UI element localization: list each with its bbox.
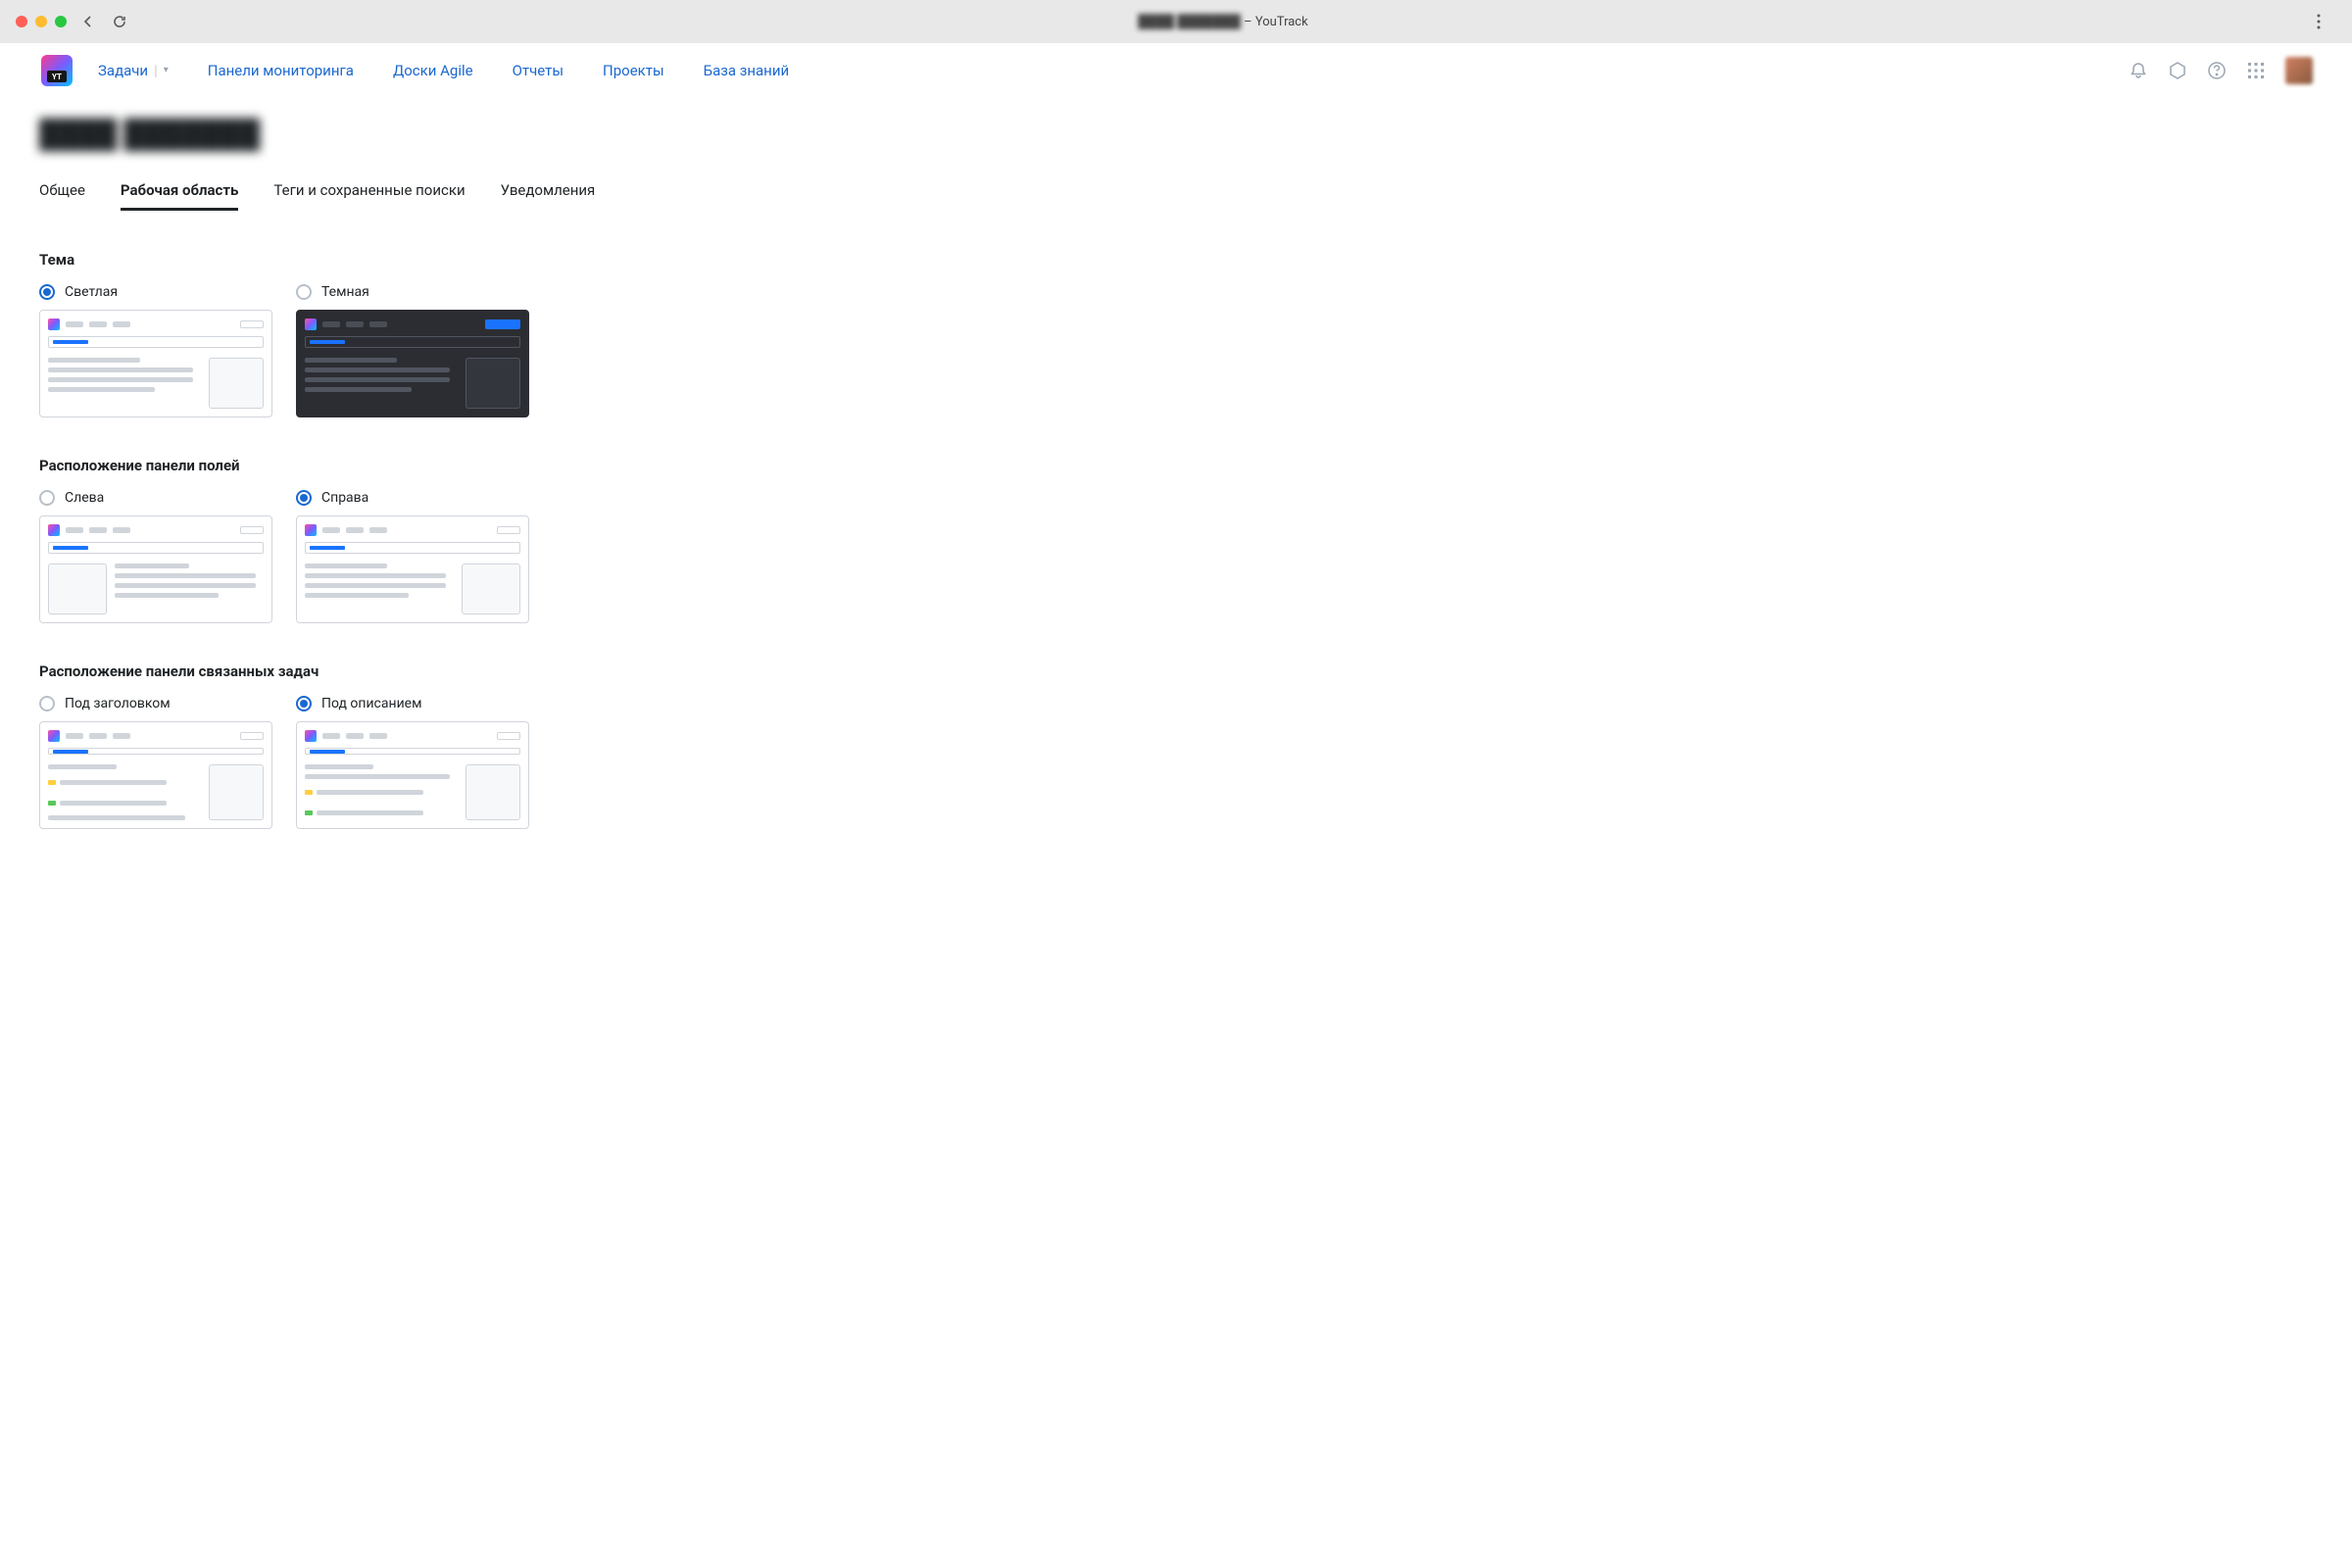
radio-linked-title-label: Под заголовком [65,696,171,711]
radio-light-label: Светлая [65,284,118,300]
user-avatar[interactable] [2285,57,2313,84]
back-button[interactable] [78,12,98,31]
radio-fields-right[interactable] [296,490,312,506]
preview-linked-desc [296,721,529,829]
notifications-icon[interactable] [2129,61,2148,80]
section-fields-title: Расположение панели полей [39,457,2313,474]
preview-theme-light [39,310,272,417]
admin-icon[interactable] [2168,61,2187,80]
tab-tags[interactable]: Теги и сохраненные поиски [273,173,465,211]
reload-button[interactable] [110,12,129,31]
close-window-button[interactable] [16,16,27,27]
nav-projects[interactable]: Проекты [603,62,664,79]
browser-menu-button[interactable] [2317,14,2336,29]
preview-theme-dark [296,310,529,417]
radio-fields-right-label: Справа [321,490,368,506]
chevron-down-icon[interactable]: ▾ [164,65,169,75]
top-navigation: YT Задачи | ▾ Панели мониторинга Доски A… [0,43,2352,98]
radio-fields-left-label: Слева [65,490,104,506]
section-linked-panel: Расположение панели связанных задач Под … [39,662,2313,829]
maximize-window-button[interactable] [55,16,67,27]
minimize-window-button[interactable] [35,16,47,27]
radio-fields-left[interactable] [39,490,55,506]
radio-linked-desc-label: Под описанием [321,696,421,711]
tab-general[interactable]: Общее [39,173,85,211]
linked-option-under-desc[interactable]: Под описанием [296,696,529,829]
nav-reports[interactable]: Отчеты [513,62,564,79]
linked-option-under-title[interactable]: Под заголовком [39,696,272,829]
radio-linked-title[interactable] [39,696,55,711]
page-content: ████ ███████ Общее Рабочая область Теги … [0,98,2352,868]
nav-issues[interactable]: Задачи | ▾ [98,62,169,79]
page-title: ████ ███████ [39,118,260,150]
nav-knowledge[interactable]: База знаний [704,62,790,79]
preview-fields-left [39,515,272,623]
tab-workspace[interactable]: Рабочая область [121,173,239,211]
preview-linked-title [39,721,272,829]
fields-option-right[interactable]: Справа [296,490,529,623]
nav-right [2129,57,2313,84]
help-icon[interactable] [2207,61,2227,80]
section-theme: Тема Светлая Темн [39,251,2313,417]
window-controls [16,16,67,27]
browser-title: ████ ███████ – YouTrack [141,14,2305,29]
browser-chrome: ████ ███████ – YouTrack [0,0,2352,43]
nav-links: Задачи | ▾ Панели мониторинга Доски Agil… [98,62,789,79]
radio-dark-label: Темная [321,284,369,300]
radio-linked-desc[interactable] [296,696,312,711]
fields-option-left[interactable]: Слева [39,490,272,623]
radio-light[interactable] [39,284,55,300]
theme-option-dark[interactable]: Темная [296,284,529,417]
radio-dark[interactable] [296,284,312,300]
section-theme-title: Тема [39,251,2313,269]
profile-tabs: Общее Рабочая область Теги и сохраненные… [39,173,2313,212]
nav-dashboards[interactable]: Панели мониторинга [208,62,354,79]
theme-option-light[interactable]: Светлая [39,284,272,417]
nav-divider: | [154,62,158,79]
tab-notifications[interactable]: Уведомления [501,173,596,211]
section-linked-title: Расположение панели связанных задач [39,662,2313,680]
svg-text:YT: YT [52,73,62,81]
apps-icon[interactable] [2246,61,2266,80]
youtrack-logo[interactable]: YT [39,53,74,88]
nav-issues-label: Задачи [98,62,148,79]
nav-agile[interactable]: Доски Agile [393,62,473,79]
section-fields-panel: Расположение панели полей Слева [39,457,2313,623]
preview-fields-right [296,515,529,623]
